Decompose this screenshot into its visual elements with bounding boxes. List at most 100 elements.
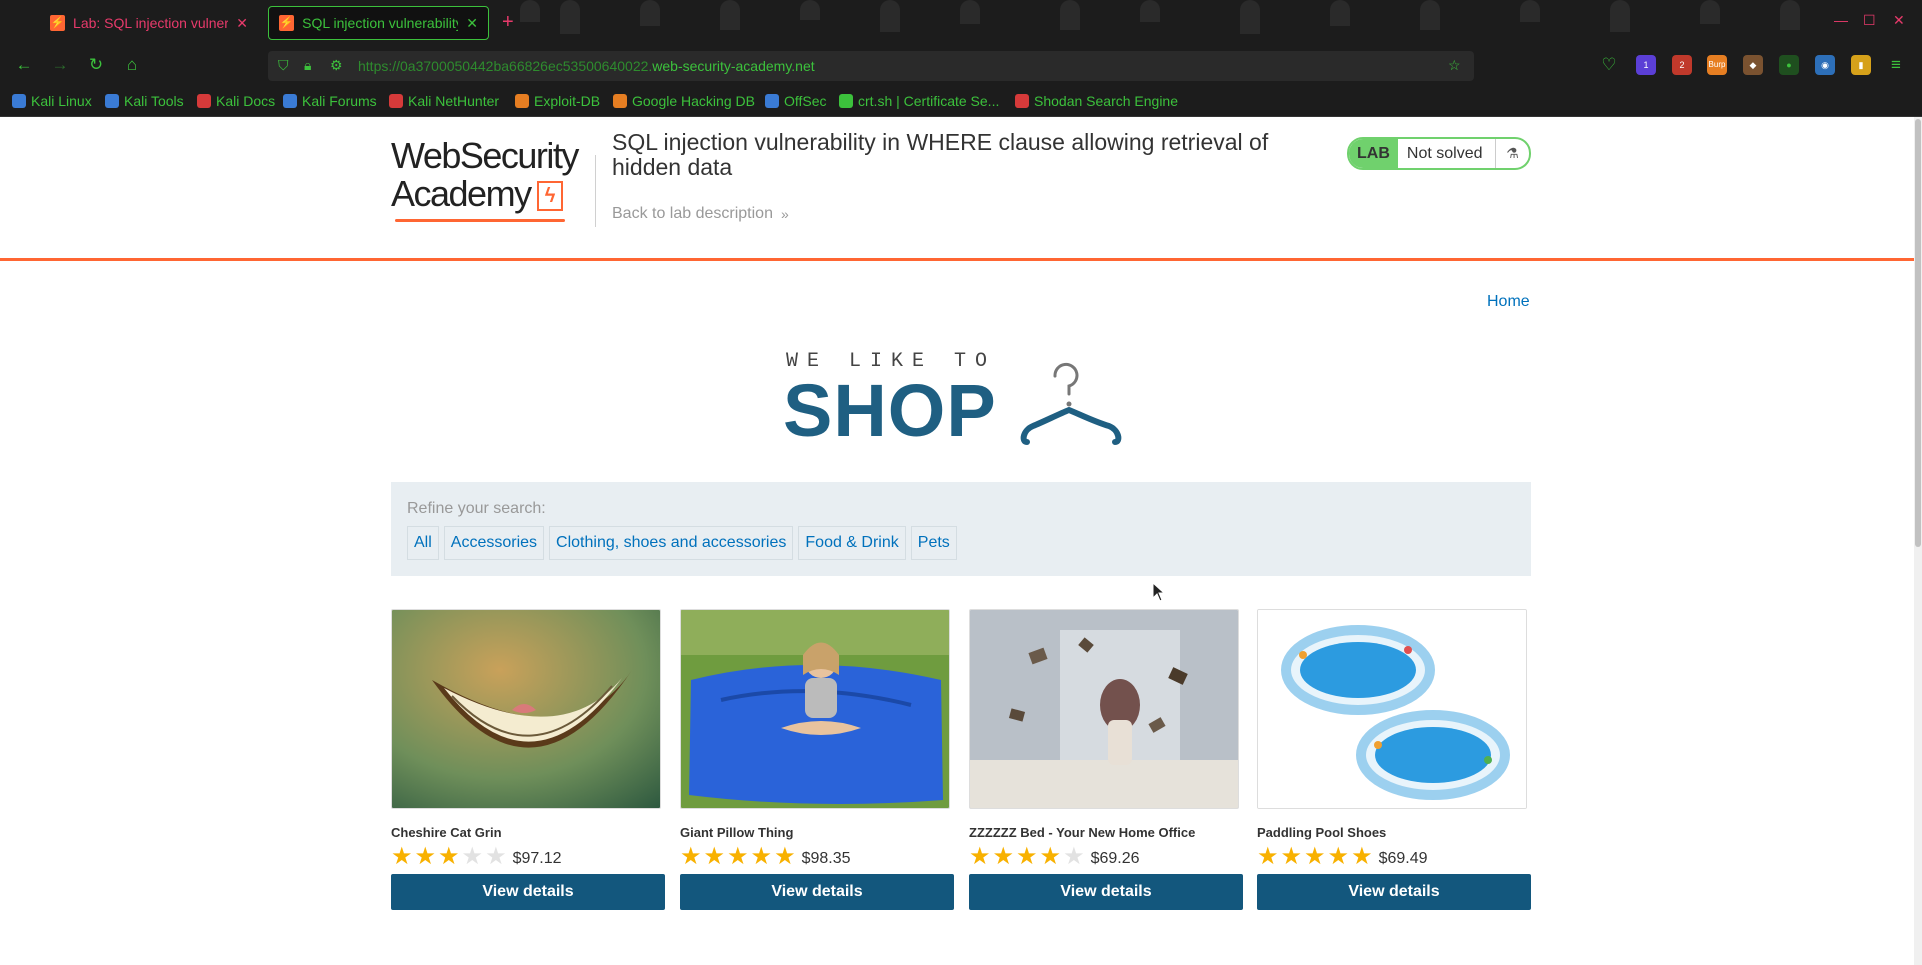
star-filled-icon: ★ xyxy=(992,843,1015,870)
browser-tab-lab[interactable]: ⚡ Lab: SQL injection vulnerab ✕ xyxy=(40,6,258,40)
bookmark-kali-forums[interactable]: Kali Forums xyxy=(283,93,377,109)
url-text[interactable]: https://0a3700050442ba66826ec53500640022… xyxy=(358,58,815,74)
star-filled-icon: ★ xyxy=(774,843,796,870)
page-scrollbar[interactable] xyxy=(1914,117,1922,965)
view-details-button[interactable]: View details xyxy=(680,874,954,910)
tabbar-decoration xyxy=(520,0,540,22)
back-to-lab-description-link[interactable]: Back to lab description » xyxy=(612,205,789,223)
bookmark-label: Kali Docs xyxy=(216,93,276,109)
close-tab-icon[interactable]: ✕ xyxy=(236,15,248,32)
menu-icon[interactable]: ≡ xyxy=(1885,54,1907,76)
product-name: Paddling Pool Shoes xyxy=(1257,825,1387,840)
tabbar-decoration xyxy=(1700,0,1720,24)
minimize-icon[interactable]: — xyxy=(1834,12,1848,28)
star-filled-icon: ★ xyxy=(391,843,413,870)
url-bar[interactable]: ⛉ 🔒︎ ⚙︎ https://0a3700050442ba66826ec535… xyxy=(268,51,1474,81)
new-tab-button[interactable]: + xyxy=(502,11,514,34)
category-food-drink[interactable]: Food & Drink xyxy=(798,526,906,560)
bookmark-exploit-db[interactable]: Exploit-DB xyxy=(515,93,600,109)
zzzzzz-bed-image xyxy=(970,610,1238,808)
tabbar-decoration xyxy=(1610,0,1630,32)
extension-icon[interactable]: ◆ xyxy=(1743,55,1763,75)
extension-badge-icon[interactable]: 1 xyxy=(1636,55,1656,75)
close-window-icon[interactable]: ✕ xyxy=(1893,12,1905,29)
permissions-icon[interactable]: ⚙︎ xyxy=(330,57,343,74)
bookmark-kali-linux[interactable]: Kali Linux xyxy=(12,93,92,109)
view-details-button[interactable]: View details xyxy=(391,874,665,910)
hanger-icon xyxy=(1020,363,1122,445)
tabbar-decoration xyxy=(560,0,580,34)
back-arrow-icon[interactable]: ← xyxy=(13,54,35,76)
web-security-academy-logo[interactable]: WebSecurity Academy ϟ xyxy=(391,137,579,227)
extension-badge-icon[interactable]: 2 xyxy=(1672,55,1692,75)
we-like-to-shop-logo: WE LIKE TO SHOP xyxy=(783,350,1143,470)
close-tab-icon[interactable]: ✕ xyxy=(466,15,478,32)
tabbar-decoration xyxy=(1780,0,1800,30)
burp-extension-icon[interactable]: Burp xyxy=(1707,55,1727,75)
tabbar-decoration xyxy=(960,0,980,24)
bookmark-shodan[interactable]: Shodan Search Engine xyxy=(1015,93,1178,109)
tab-title: SQL injection vulnerability i xyxy=(302,15,459,31)
lab-header: WebSecurity Academy ϟ SQL injection vuln… xyxy=(0,117,1914,261)
star-filled-icon: ★ xyxy=(438,843,460,870)
product-name: ZZZZZZ Bed - Your New Home Office xyxy=(969,825,1196,840)
pocket-icon[interactable]: ♡ xyxy=(1598,54,1620,76)
view-details-button[interactable]: View details xyxy=(969,874,1243,910)
product-name: Cheshire Cat Grin xyxy=(391,825,502,840)
category-pets[interactable]: Pets xyxy=(910,526,957,560)
refine-search-label: Refine your search: xyxy=(407,500,546,517)
shodan-icon xyxy=(1015,94,1029,108)
bookmark-kali-nethunter[interactable]: Kali NetHunter xyxy=(389,93,499,109)
double-chevron-right-icon: » xyxy=(780,206,789,222)
tabbar-decoration xyxy=(880,0,900,32)
ghdb-icon xyxy=(613,94,627,108)
web-page: WebSecurity Academy ϟ SQL injection vuln… xyxy=(0,117,1922,965)
product-price: $69.26 xyxy=(1090,850,1140,867)
bookmark-google-hacking-db[interactable]: Google Hacking DB xyxy=(613,93,755,109)
tabbar-decoration xyxy=(640,0,660,26)
category-clothing[interactable]: Clothing, shoes and accessories xyxy=(549,526,794,560)
home-icon[interactable]: ⌂ xyxy=(121,54,143,76)
category-accessories[interactable]: Accessories xyxy=(443,526,545,560)
tabbar-decoration xyxy=(1420,0,1440,30)
product-rating: ★ ★ ★ ★ ★ $97.12 xyxy=(391,845,562,869)
extension-icon[interactable]: ▮ xyxy=(1851,55,1871,75)
extension-icon[interactable]: ◉ xyxy=(1815,55,1835,75)
header-divider xyxy=(595,155,596,227)
bookmark-kali-docs[interactable]: Kali Docs xyxy=(197,93,275,109)
kali-forums-icon xyxy=(283,94,297,108)
product-price: $97.12 xyxy=(512,850,562,867)
exploit-db-icon xyxy=(515,94,529,108)
tabbar-decoration xyxy=(1060,0,1080,30)
mouse-cursor-icon xyxy=(1152,582,1166,602)
star-filled-icon: ★ xyxy=(1039,843,1062,870)
browser-tab-active[interactable]: ⚡ SQL injection vulnerability i ✕ xyxy=(268,6,489,40)
product-image xyxy=(391,609,661,809)
view-details-button[interactable]: View details xyxy=(1257,874,1531,910)
forward-arrow-icon[interactable]: → xyxy=(49,54,71,76)
bookmark-kali-tools[interactable]: Kali Tools xyxy=(105,93,184,109)
category-all[interactable]: All xyxy=(407,526,439,560)
star-filled-icon: ★ xyxy=(750,843,773,870)
lab-status-badge: LAB Not solved ⚗ xyxy=(1347,137,1531,170)
shield-icon[interactable]: ⛉ xyxy=(278,57,289,74)
star-filled-icon: ★ xyxy=(680,843,702,870)
scrollbar-thumb[interactable] xyxy=(1915,119,1921,547)
reload-icon[interactable]: ↻ xyxy=(85,54,107,76)
star-empty-icon: ★ xyxy=(461,843,484,870)
browser-tab-bar: ⚡ Lab: SQL injection vulnerab ✕ ⚡ SQL in… xyxy=(0,0,1922,45)
product-name: Giant Pillow Thing xyxy=(680,825,794,840)
bookmark-crt-sh[interactable]: crt.sh | Certificate Se... xyxy=(839,93,999,109)
filter-panel: Refine your search: All Accessories Clot… xyxy=(391,482,1531,576)
bookmark-star-icon[interactable]: ☆ xyxy=(1448,57,1461,74)
tabbar-decoration xyxy=(1330,0,1350,26)
bookmark-offsec[interactable]: OffSec xyxy=(765,93,827,109)
category-filters: All Accessories Clothing, shoes and acce… xyxy=(407,526,957,560)
extension-icon[interactable]: ● xyxy=(1779,55,1799,75)
crt-sh-icon xyxy=(839,94,853,108)
maximize-icon[interactable]: ☐ xyxy=(1863,12,1876,29)
home-link[interactable]: Home xyxy=(1487,293,1530,311)
flask-icon: ⚗ xyxy=(1495,139,1529,168)
lock-icon[interactable]: 🔒︎ xyxy=(304,57,311,74)
bookmark-label: Kali Linux xyxy=(31,93,92,109)
